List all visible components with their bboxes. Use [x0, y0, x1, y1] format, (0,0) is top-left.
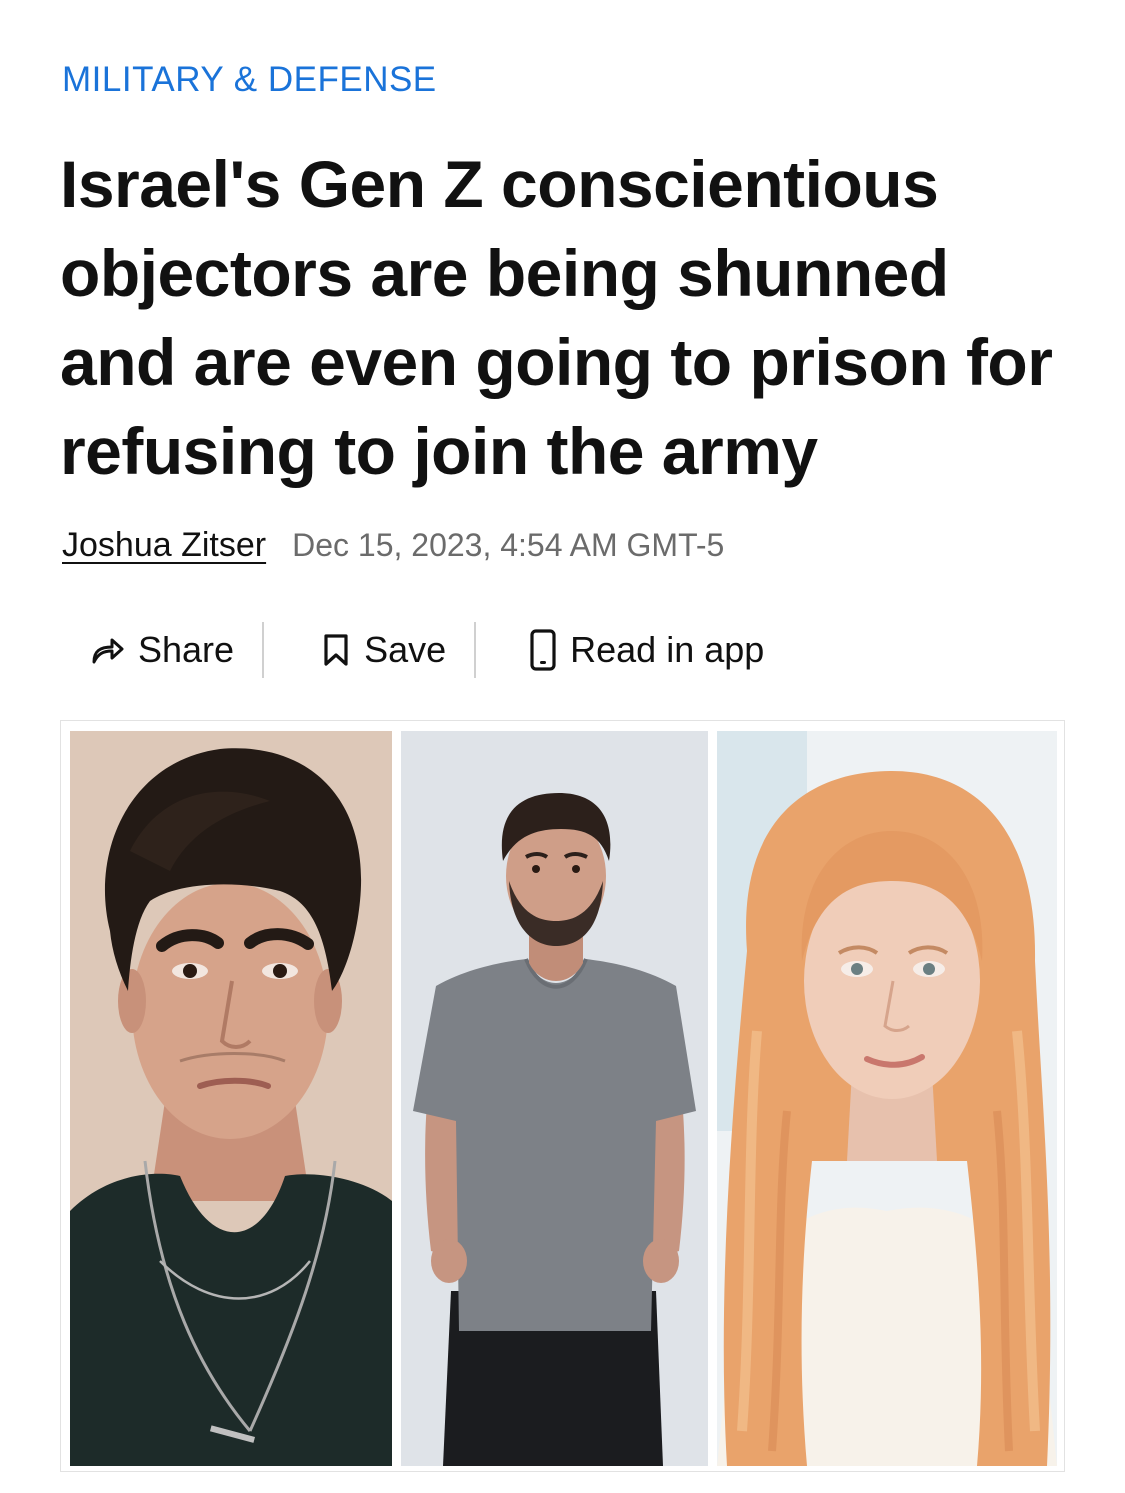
article-actions: Share Save Read in app	[62, 620, 792, 680]
save-button[interactable]: Save	[264, 620, 474, 680]
portrait-young-man-grey-tshirt	[401, 731, 708, 1466]
category-link[interactable]: MILITARY & DEFENSE	[62, 60, 437, 100]
portrait-young-man-dark-hair	[70, 731, 392, 1466]
read-in-app-label: Read in app	[570, 629, 765, 670]
author-link[interactable]: Joshua Zitser	[62, 526, 266, 565]
article-page: MILITARY & DEFENSE Israel's Gen Z consci…	[0, 0, 1125, 1493]
bookmark-icon	[322, 633, 350, 667]
share-label: Share	[138, 629, 235, 670]
save-label: Save	[364, 629, 447, 670]
share-button[interactable]: Share	[62, 620, 262, 680]
read-in-app-button[interactable]: Read in app	[476, 620, 792, 680]
publish-date: Dec 15, 2023, 4:54 AM GMT-5	[292, 527, 725, 563]
share-arrow-icon	[90, 635, 124, 665]
portrait-young-woman-red-hair	[717, 731, 1057, 1466]
lead-photo	[60, 720, 1065, 1472]
phone-icon	[530, 629, 556, 671]
headline: Israel's Gen Z conscientious objectors a…	[60, 147, 1053, 488]
byline: Joshua Zitser Dec 15, 2023, 4:54 AM GMT-…	[62, 526, 724, 565]
